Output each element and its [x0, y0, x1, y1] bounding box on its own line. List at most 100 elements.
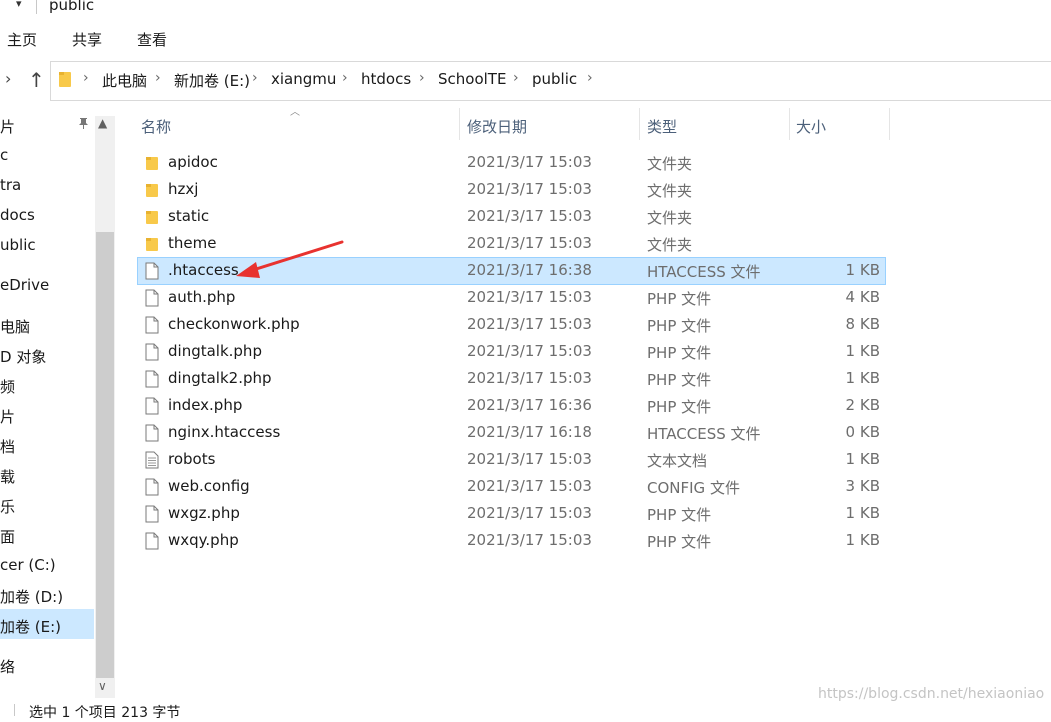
breadcrumb-chevron-icon[interactable]: › [587, 70, 593, 86]
file-date: 2021/3/17 15:03 [467, 504, 592, 522]
file-row[interactable]: robots 2021/3/17 15:03 文本文档 1 KB [138, 447, 885, 473]
breadcrumb-chevron-icon[interactable]: › [419, 70, 425, 86]
file-date: 2021/3/17 16:36 [467, 396, 592, 414]
file-row[interactable]: dingtalk.php 2021/3/17 15:03 PHP 文件 1 KB [138, 339, 885, 365]
file-size: 1 KB [845, 342, 880, 360]
breadcrumb-chevron-icon[interactable]: › [83, 70, 89, 86]
file-size: 1 KB [845, 450, 880, 468]
nav-item[interactable]: cer (C:) [0, 556, 56, 574]
file-row[interactable]: apidoc 2021/3/17 15:03 文件夹 [138, 150, 885, 176]
up-arrow-icon[interactable]: ↑ [28, 68, 45, 92]
pin-icon[interactable] [77, 116, 91, 130]
file-row[interactable]: wxgz.php 2021/3/17 15:03 PHP 文件 1 KB [138, 501, 885, 527]
breadcrumb-item[interactable]: public [532, 70, 577, 88]
file-size: 3 KB [845, 477, 880, 495]
column-header-name[interactable]: 名称 [141, 116, 171, 137]
nav-item[interactable]: tra [0, 176, 21, 194]
file-icon [145, 343, 159, 361]
file-icon [145, 316, 159, 334]
file-name: nginx.htaccess [168, 423, 281, 441]
nav-item[interactable]: 络 [0, 656, 15, 677]
title-separator [36, 0, 37, 14]
column-divider[interactable] [639, 108, 640, 140]
nav-item[interactable]: 频 [0, 376, 15, 397]
column-divider[interactable] [889, 108, 890, 140]
file-icon [145, 532, 159, 550]
nav-item[interactable]: 加卷 (D:) [0, 586, 63, 607]
nav-item[interactable]: ublic [0, 236, 36, 254]
breadcrumb-chevron-icon[interactable]: › [342, 70, 348, 86]
file-row[interactable]: nginx.htaccess 2021/3/17 16:18 HTACCESS 文件… [138, 420, 885, 446]
file-date: 2021/3/17 15:03 [467, 180, 592, 198]
file-type: PHP 文件 [647, 506, 712, 524]
file-row[interactable]: wxqy.php 2021/3/17 15:03 PHP 文件 1 KB [138, 528, 885, 554]
file-size: 0 KB [845, 423, 880, 441]
file-type: 文本文档 [647, 452, 708, 470]
tab-share[interactable]: 共享 [72, 29, 102, 50]
breadcrumb-chevron-icon[interactable]: › [252, 70, 258, 86]
file-type: 文件夹 [647, 236, 693, 254]
file-type: PHP 文件 [647, 344, 712, 362]
file-row[interactable]: checkonwork.php 2021/3/17 15:03 PHP 文件 8 KB [138, 312, 885, 338]
recent-locations-chevron-icon[interactable]: › [5, 69, 11, 88]
file-name: checkonwork.php [168, 315, 300, 333]
nav-item[interactable]: 片 [0, 116, 15, 137]
nav-item[interactable]: D 对象 [0, 346, 46, 367]
tab-home[interactable]: 主页 [7, 29, 37, 50]
breadcrumb-item[interactable]: htdocs [361, 70, 411, 88]
file-row[interactable]: hzxj 2021/3/17 15:03 文件夹 [138, 177, 885, 203]
nav-item[interactable]: c [0, 146, 8, 164]
folder-icon [146, 157, 158, 170]
column-header-type[interactable]: 类型 [647, 116, 677, 137]
file-name: wxgz.php [168, 504, 240, 522]
file-name: .htaccess [168, 261, 239, 279]
nav-item[interactable]: docs [0, 206, 35, 224]
file-row[interactable]: web.config 2021/3/17 15:03 CONFIG 文件 3 KB [138, 474, 885, 500]
nav-item[interactable]: 加卷 (E:) [0, 616, 61, 637]
folder-icon [146, 211, 158, 224]
file-name: web.config [168, 477, 250, 495]
file-name: auth.php [168, 288, 236, 306]
file-type: CONFIG 文件 [647, 479, 740, 497]
file-size: 4 KB [845, 288, 880, 306]
file-date: 2021/3/17 15:03 [467, 450, 592, 468]
nav-item[interactable]: 载 [0, 466, 15, 487]
nav-scrollbar-thumb[interactable] [96, 232, 114, 678]
file-size: 1 KB [845, 504, 880, 522]
nav-item[interactable]: 档 [0, 436, 15, 457]
column-header-date[interactable]: 修改日期 [467, 116, 527, 137]
scroll-down-icon[interactable]: ∨ [98, 679, 107, 693]
file-date: 2021/3/17 15:03 [467, 234, 592, 252]
column-divider[interactable] [459, 108, 460, 140]
nav-item[interactable]: 面 [0, 526, 15, 547]
text-file-icon [145, 451, 159, 469]
address-folder-icon [59, 72, 71, 87]
file-name: theme [168, 234, 217, 252]
file-date: 2021/3/17 16:38 [467, 261, 592, 279]
nav-item[interactable]: 电脑 [0, 316, 30, 337]
breadcrumb-chevron-icon[interactable]: › [155, 70, 161, 86]
breadcrumb-item[interactable]: SchoolTE [438, 70, 506, 88]
file-row[interactable]: auth.php 2021/3/17 15:03 PHP 文件 4 KB [138, 285, 885, 311]
breadcrumb-chevron-icon[interactable]: › [513, 70, 519, 86]
file-row[interactable]: dingtalk2.php 2021/3/17 15:03 PHP 文件 1 KB [138, 366, 885, 392]
file-type: HTACCESS 文件 [647, 425, 761, 443]
file-name: dingtalk2.php [168, 369, 272, 387]
file-date: 2021/3/17 15:03 [467, 369, 592, 387]
nav-item[interactable]: 片 [0, 406, 15, 427]
column-header-size[interactable]: 大小 [796, 116, 826, 137]
file-row[interactable]: index.php 2021/3/17 16:36 PHP 文件 2 KB [138, 393, 885, 419]
file-date: 2021/3/17 15:03 [467, 477, 592, 495]
tab-view[interactable]: 查看 [137, 29, 167, 50]
file-row[interactable]: static 2021/3/17 15:03 文件夹 [138, 204, 885, 230]
breadcrumb-item[interactable]: 此电脑 [102, 70, 147, 91]
nav-item[interactable]: eDrive [0, 276, 49, 294]
scroll-up-icon[interactable]: ▲ [98, 116, 107, 130]
file-type: PHP 文件 [647, 290, 712, 308]
file-size: 1 KB [845, 261, 880, 279]
breadcrumb-item[interactable]: xiangmu [271, 70, 336, 88]
column-divider[interactable] [789, 108, 790, 140]
breadcrumb-item[interactable]: 新加卷 (E:) [174, 70, 250, 91]
nav-item[interactable]: 乐 [0, 496, 15, 517]
quick-access-dropdown-icon[interactable]: ▾ [16, 0, 22, 10]
